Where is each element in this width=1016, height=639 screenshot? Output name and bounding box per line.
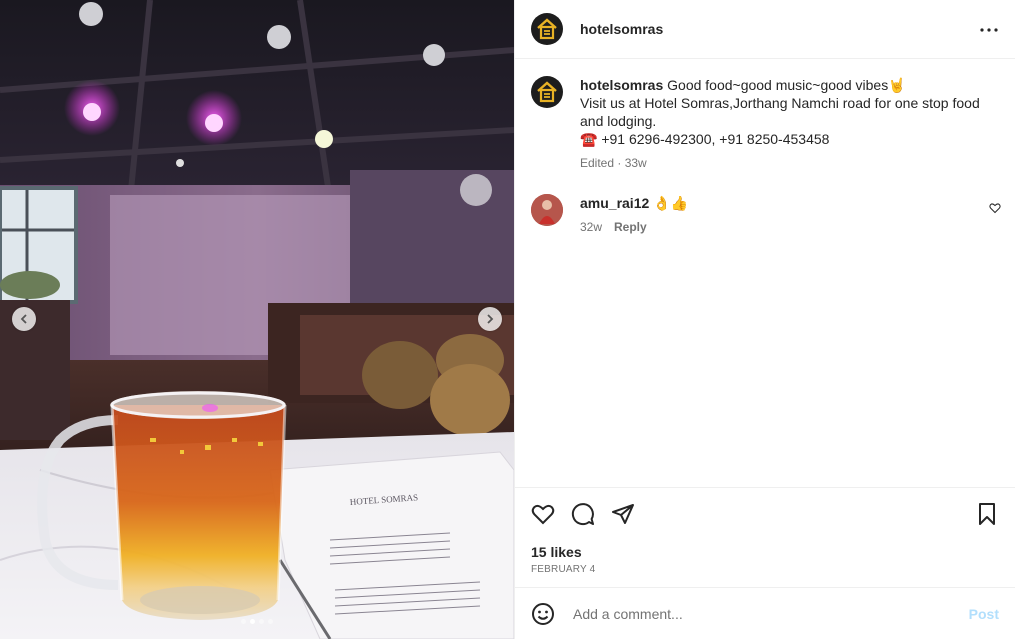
comment-time: 32w [580,220,603,234]
chevron-right-icon [487,314,494,324]
add-comment-bar: Post [515,587,1015,639]
hotel-logo-icon [537,81,557,103]
ellipsis-icon [980,28,998,32]
caption: hotelsomras Good food~good music~good vi… [531,76,1000,172]
carousel-dot [268,619,273,624]
post-header: hotelsomras [515,0,1015,59]
carousel-dot [241,619,246,624]
post-details-panel: hotelsomras hotelsomras Good food~good m… [514,0,1015,639]
caption-phone: +91 6296-492300, +91 8250-453458 [601,131,830,147]
caption-text-line1: Good food~good music~good vibes🤘 [667,77,906,93]
tea-photo: HOTEL SOMRAS [0,0,514,639]
caption-username[interactable]: hotelsomras [580,77,663,93]
comment-like-heart-icon[interactable] [989,202,1001,214]
likes-count[interactable]: 15 likes [531,544,582,560]
caption-meta: Edited · 33w [580,156,647,170]
comment-item: amu_rai12 👌👍 32w Reply [531,194,1001,236]
post-media[interactable]: HOTEL SOMRAS [0,0,514,639]
comments-section: hotelsomras Good food~good music~good vi… [515,60,1015,487]
share-paper-plane-icon[interactable] [611,502,635,526]
comment-input[interactable] [571,604,955,623]
phone-emoji: ☎️ [580,131,598,147]
hotel-logo-icon [537,18,557,40]
caption-text-line2: Visit us at Hotel Somras,Jorthang Namchi… [580,95,980,129]
carousel-indicator [0,619,514,624]
save-bookmark-icon[interactable] [975,502,999,526]
commenter-avatar[interactable] [531,194,563,226]
comment-text: 👌👍 [653,195,689,211]
post-date: FEBRUARY 4 [531,564,596,575]
chevron-left-icon [20,314,27,324]
comment-bubble-icon[interactable] [571,502,595,526]
comment-username[interactable]: amu_rai12 [580,195,649,211]
next-photo-button[interactable] [478,307,502,331]
carousel-dot [250,619,255,624]
person-photo-icon [531,194,563,226]
post-actions: 15 likes FEBRUARY 4 [515,487,1015,587]
previous-photo-button[interactable] [12,307,36,331]
emoji-smiley-icon[interactable] [531,602,555,626]
post-author-username[interactable]: hotelsomras [580,21,663,37]
reply-button[interactable]: Reply [614,218,647,236]
carousel-dot [259,619,264,624]
like-heart-icon[interactable] [531,502,555,526]
avatar[interactable] [531,13,563,45]
caption-avatar[interactable] [531,76,563,108]
more-options-button[interactable] [977,18,1001,42]
post-comment-button[interactable]: Post [969,606,999,622]
